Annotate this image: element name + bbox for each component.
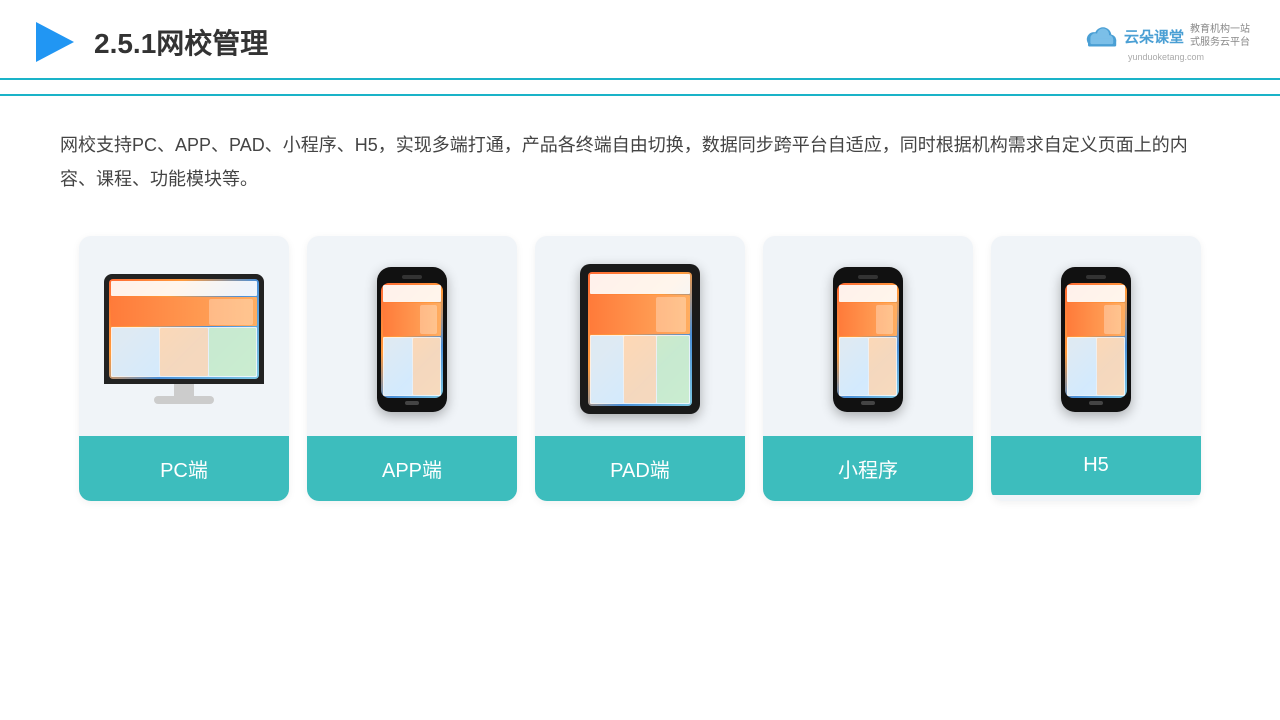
pc-monitor-icon (104, 274, 264, 404)
header: 2.5.1网校管理 云朵课堂 教育机构一站 (0, 0, 1280, 96)
page-title: 2.5.1网校管理 (94, 22, 268, 62)
card-mini-image (763, 236, 973, 436)
phone-icon-app (377, 267, 447, 412)
cards-container: PC端 APP端 (0, 206, 1280, 531)
card-app-image (307, 236, 517, 436)
phone-icon-h5 (1061, 267, 1131, 412)
card-h5-label: H5 (991, 436, 1201, 495)
header-left: 2.5.1网校管理 (30, 18, 268, 66)
card-h5-image (991, 236, 1201, 436)
card-pad-label: PAD端 (535, 436, 745, 501)
card-mini-label: 小程序 (763, 436, 973, 501)
play-icon (30, 18, 78, 66)
card-pc: PC端 (79, 236, 289, 501)
card-h5: H5 (991, 236, 1201, 501)
phone-icon-mini (833, 267, 903, 412)
card-app: APP端 (307, 236, 517, 501)
logo-area: 云朵课堂 教育机构一站 式服务云平台 yunduoketang.com (1082, 22, 1250, 62)
card-pad-image (535, 236, 745, 436)
card-pad: PAD端 (535, 236, 745, 501)
card-app-label: APP端 (307, 436, 517, 501)
logo-cloud: 云朵课堂 教育机构一站 式服务云平台 (1082, 22, 1250, 50)
card-pc-label: PC端 (79, 436, 289, 501)
card-pc-image (79, 236, 289, 436)
cloud-icon (1082, 22, 1118, 50)
description-text: 网校支持PC、APP、PAD、小程序、H5，实现多端打通，产品各终端自由切换，数… (0, 96, 1280, 206)
card-mini: 小程序 (763, 236, 973, 501)
tablet-icon (580, 264, 700, 414)
logo-subtitle: 教育机构一站 式服务云平台 (1190, 23, 1250, 49)
header-inner: 2.5.1网校管理 云朵课堂 教育机构一站 (0, 0, 1280, 80)
logo-url: yunduoketang.com (1128, 52, 1204, 62)
logo-name: 云朵课堂 (1124, 26, 1184, 47)
